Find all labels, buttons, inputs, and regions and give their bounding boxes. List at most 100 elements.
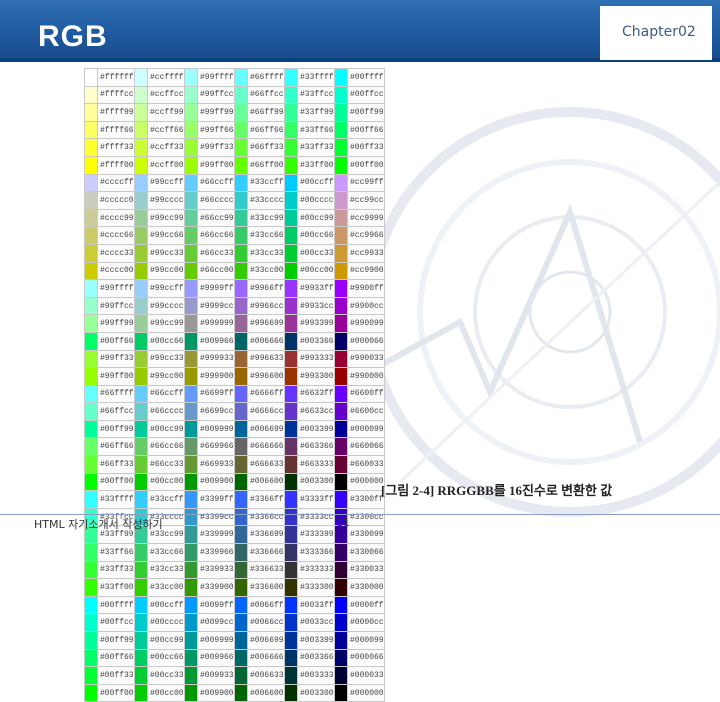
color-swatch: [234, 173, 248, 193]
color-swatch: [184, 507, 198, 527]
color-hex-label: #666666: [247, 437, 285, 457]
color-hex-label: #006600: [247, 472, 285, 492]
color-swatch: [284, 208, 298, 228]
color-hex-label: #99ffcc: [97, 296, 135, 316]
color-swatch: [234, 384, 248, 404]
color-hex-label: #ccff00: [147, 155, 185, 175]
color-swatch: [134, 173, 148, 193]
color-row: #cccc99 #99cc99 #66cc99 #33cc99 #00cc99 #cc99…: [84, 208, 385, 228]
color-hex-label: #003300: [297, 683, 335, 702]
color-hex-label: #00cc99: [147, 419, 185, 439]
color-swatch: [184, 455, 198, 474]
color-swatch: [84, 331, 98, 351]
color-swatch: [184, 138, 198, 157]
color-hex-label: #66ff66: [247, 120, 285, 140]
color-swatch: [184, 419, 198, 439]
color-swatch: [84, 85, 98, 105]
color-hex-label: #996699: [247, 314, 285, 333]
color-swatch: [84, 455, 98, 474]
color-hex-label: #9966ff: [247, 279, 285, 298]
color-swatch: [184, 208, 198, 228]
color-hex-label: #33ffff: [297, 68, 335, 87]
color-swatch: [334, 455, 348, 474]
color-swatch: [334, 103, 348, 122]
color-hex-label: #cc99cc: [347, 191, 385, 210]
color-swatch: [234, 85, 248, 105]
color-hex-label: #00cc99: [297, 208, 335, 228]
color-hex-label: #6666cc: [247, 402, 285, 421]
color-row: #00ff99 #00cc99 #009999 #006699 #003399 #0000…: [84, 419, 385, 439]
color-hex-label: #330033: [347, 560, 385, 580]
color-hex-label: #6600cc: [347, 402, 385, 421]
color-row: #00ff00 #00cc00 #009900 #006600 #003300 #0000…: [84, 683, 385, 702]
color-hex-label: #3366ff: [247, 490, 285, 509]
color-hex-label: #006699: [247, 419, 285, 439]
color-swatch: [334, 331, 348, 351]
color-row: #00ff66 #00cc66 #009966 #006666 #003366 #0000…: [84, 331, 385, 351]
color-swatch: [84, 261, 98, 281]
color-swatch: [334, 613, 348, 632]
color-hex-label: #3300ff: [347, 490, 385, 509]
color-swatch: [84, 191, 98, 210]
color-hex-label: #00cc66: [147, 331, 185, 351]
color-hex-label: #6633ff: [297, 384, 335, 404]
color-hex-label: #666633: [247, 455, 285, 474]
color-hex-label: #000000: [347, 683, 385, 702]
color-hex-label: #000033: [347, 666, 385, 685]
color-swatch: [284, 525, 298, 545]
color-hex-label: #000099: [347, 631, 385, 650]
color-swatch: [234, 631, 248, 650]
color-row: #99ffcc #99cccc #9999cc #9966cc #9933cc #9900…: [84, 296, 385, 316]
color-swatch: [234, 279, 248, 298]
color-hex-label: #9900cc: [347, 296, 385, 316]
color-hex-label: #3300cc: [347, 507, 385, 527]
color-swatch: [134, 472, 148, 492]
color-swatch: [84, 419, 98, 439]
color-hex-label: #00ff33: [347, 138, 385, 157]
color-hex-label: #99cc99: [147, 314, 185, 333]
color-hex-label: #99ffff: [97, 279, 135, 298]
color-hex-label: #990033: [347, 349, 385, 369]
color-swatch: [284, 507, 298, 527]
color-hex-label: #00ff66: [347, 120, 385, 140]
color-hex-label: #003333: [297, 666, 335, 685]
color-swatch: [134, 455, 148, 474]
color-hex-label: #33ff00: [297, 155, 335, 175]
color-hex-label: #33cc66: [147, 543, 185, 562]
color-hex-label: #cccc66: [97, 226, 135, 245]
color-hex-label: #66cc00: [197, 261, 235, 281]
color-hex-label: #00ff00: [97, 683, 135, 702]
color-row: #cccc66 #99cc66 #66cc66 #33cc66 #00cc66 #cc99…: [84, 226, 385, 245]
color-swatch: [284, 367, 298, 386]
color-swatch: [284, 279, 298, 298]
color-hex-label: #00cc00: [147, 683, 185, 702]
color-swatch: [284, 666, 298, 685]
color-hex-label: #339999: [197, 525, 235, 545]
color-swatch: [284, 155, 298, 175]
color-hex-label: #3333ff: [297, 490, 335, 509]
color-hex-label: #33cc33: [247, 243, 285, 263]
color-swatch: [334, 261, 348, 281]
color-hex-label: #336699: [247, 525, 285, 545]
color-hex-label: #66ccff: [147, 384, 185, 404]
color-swatch: [284, 296, 298, 316]
color-swatch: [184, 155, 198, 175]
color-swatch: [334, 85, 348, 105]
color-swatch: [284, 613, 298, 632]
color-swatch: [234, 243, 248, 263]
color-hex-label: #6633cc: [297, 402, 335, 421]
color-hex-label: #ccffcc: [147, 85, 185, 105]
color-hex-label: #ffff33: [97, 138, 135, 157]
color-hex-label: #993399: [297, 314, 335, 333]
color-hex-label: #00ff33: [97, 666, 135, 685]
color-hex-label: #00cc99: [147, 631, 185, 650]
color-swatch: [334, 578, 348, 597]
color-hex-label: #00cc00: [297, 261, 335, 281]
footer-divider: [0, 514, 720, 515]
color-hex-label: #333366: [297, 543, 335, 562]
color-swatch: [184, 613, 198, 632]
color-hex-label: #00cc66: [147, 648, 185, 668]
color-swatch: [234, 208, 248, 228]
color-hex-label: #00cccc: [297, 191, 335, 210]
color-hex-label: #003366: [297, 648, 335, 668]
